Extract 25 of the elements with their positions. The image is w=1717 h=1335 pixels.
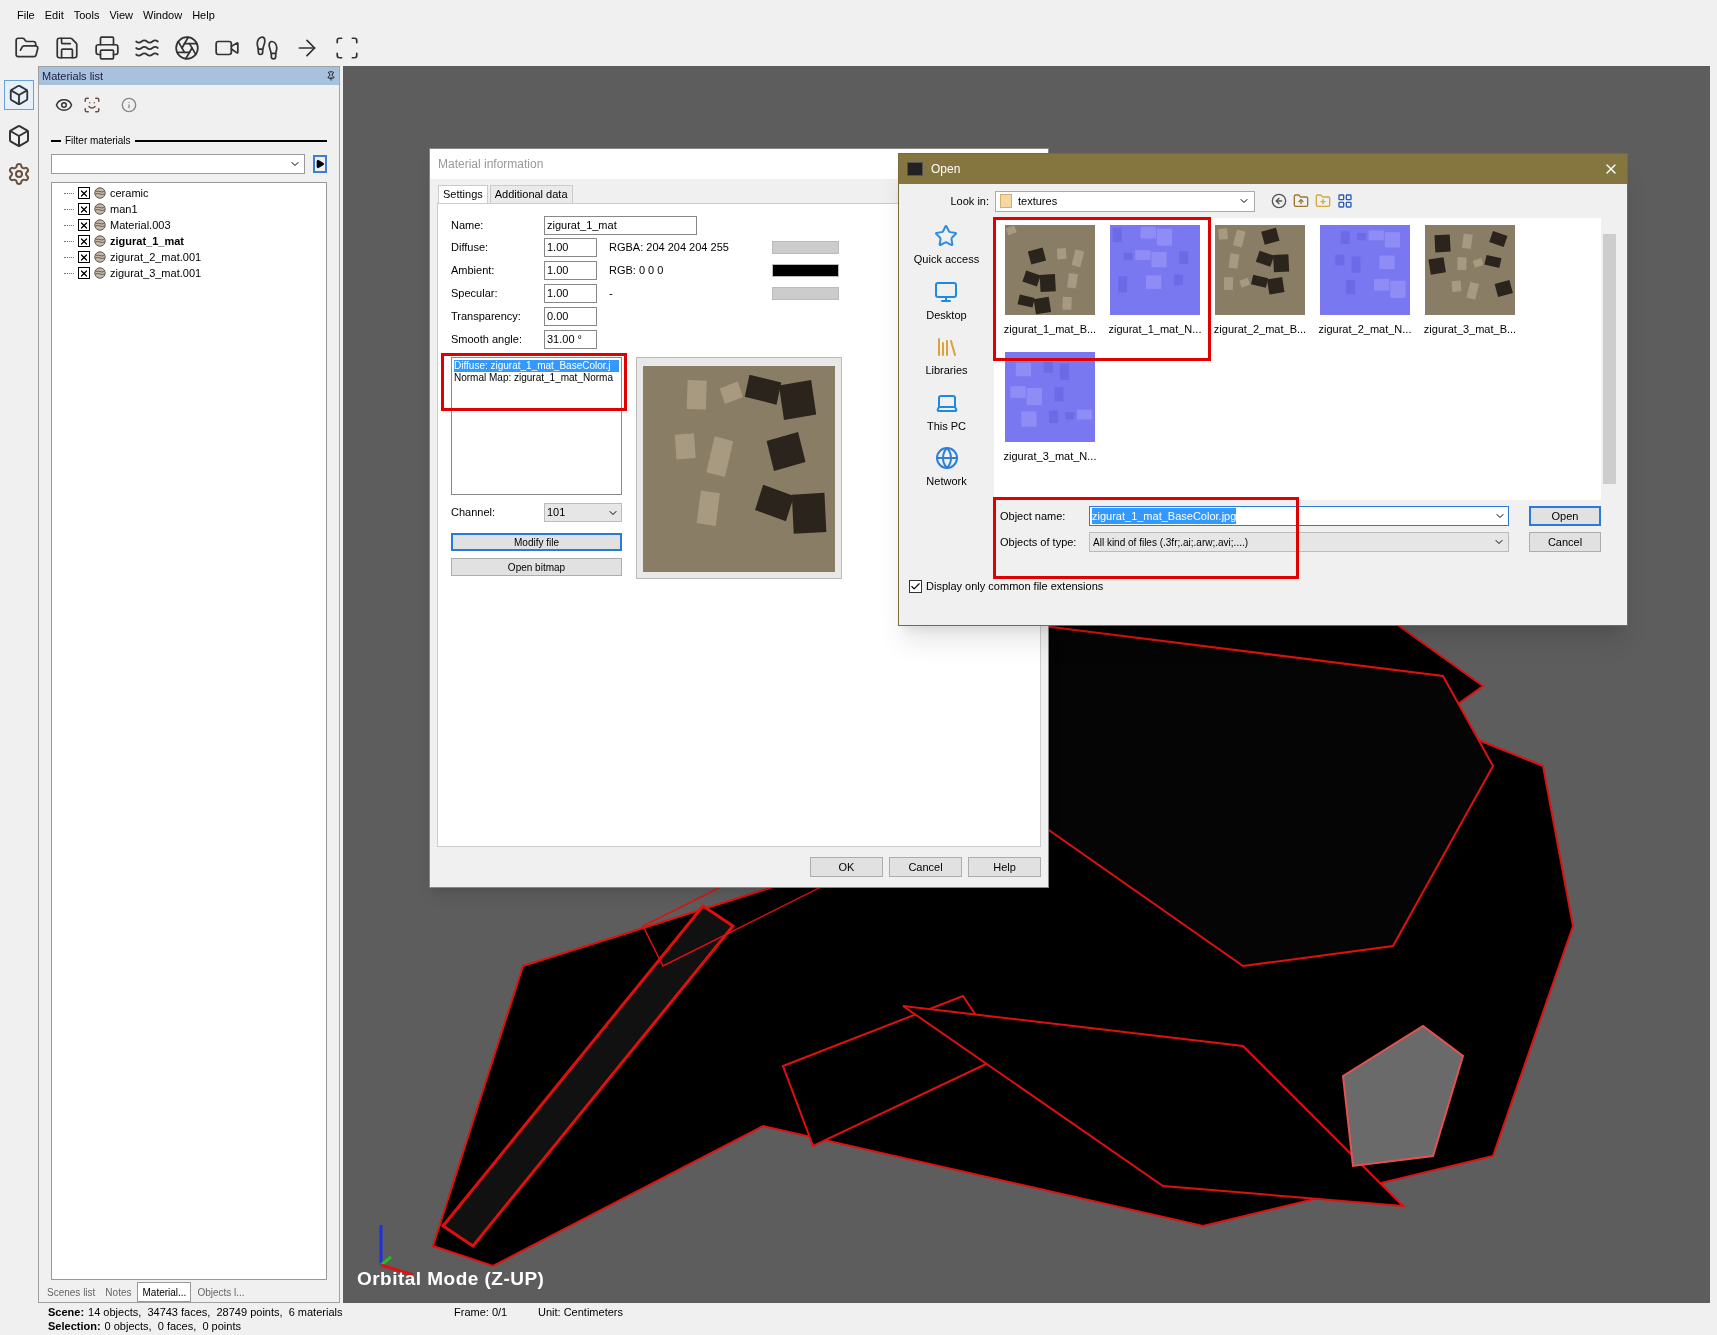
panel-title: Materials list — [42, 68, 104, 84]
status-label: Scene: — [48, 1305, 85, 1319]
unit-text: Unit: Centimeters — [538, 1305, 623, 1320]
field-label: Name: — [451, 217, 485, 233]
color-info-text: - — [609, 286, 614, 302]
color-info-text: RGB: 0 0 0 — [609, 263, 665, 279]
field-label: Objects of type: — [999, 534, 1078, 550]
color-info-text: RGBA: 204 204 204 255 — [609, 240, 730, 256]
status-text: 0 objects, 0 faces, 0 points — [104, 1319, 241, 1333]
dialog-title: Material information — [438, 156, 544, 173]
dialog-title: Open — [931, 161, 962, 178]
frame-text: Frame: 0/1 — [454, 1305, 509, 1320]
field-label: Object name: — [999, 508, 1067, 524]
status-label: Selection: — [48, 1319, 101, 1333]
field-label: Smooth angle: — [451, 332, 523, 348]
checkbox-label: Display only common file extensions — [926, 579, 1104, 594]
group-label: Filter materials — [65, 134, 131, 148]
field-label: Channel: — [451, 505, 497, 521]
mode-label: Orbital Mode (Z-UP) — [357, 1266, 545, 1291]
status-text: 14 objects, 34743 faces, 28749 points, 6 materials — [88, 1305, 343, 1319]
field-label: Diffuse: — [451, 240, 490, 256]
field-label: Look in: — [949, 193, 990, 209]
field-label: Transparency: — [451, 309, 522, 325]
field-label: Ambient: — [451, 263, 496, 279]
field-label: Specular: — [451, 286, 499, 302]
